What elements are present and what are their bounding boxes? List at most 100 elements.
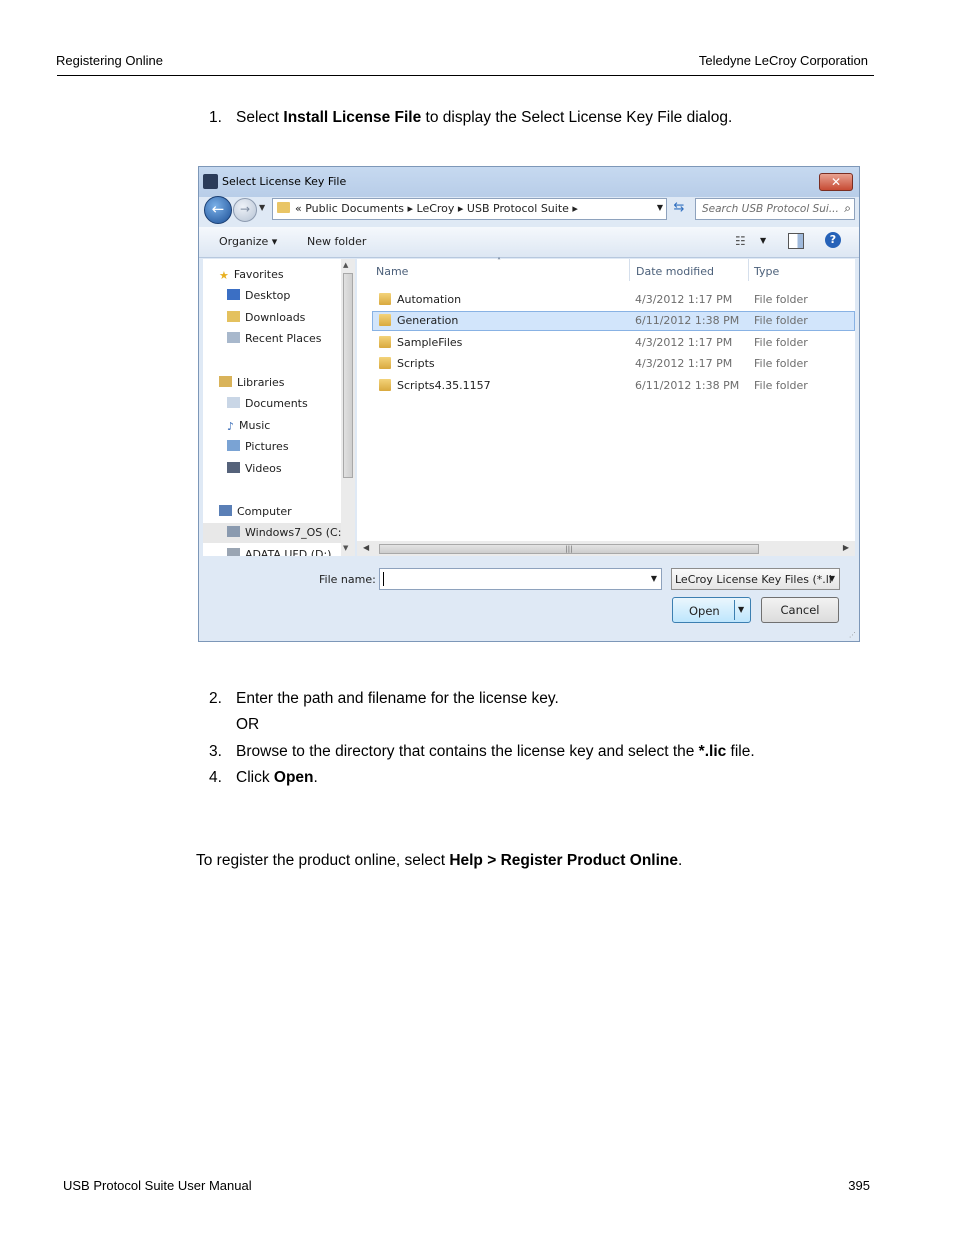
breadcrumb[interactable]: « Public Documents ▸ LeCroy ▸ USB Protoc…: [295, 202, 578, 215]
desktop-icon: [227, 289, 240, 300]
star-icon: ★: [219, 269, 229, 282]
row-date: 4/3/2012 1:17 PM: [635, 336, 733, 349]
chevron-down-icon[interactable]: ▼: [760, 236, 766, 245]
register-online-text: To register the product online, select H…: [196, 852, 683, 869]
help-icon[interactable]: ?: [825, 232, 841, 248]
nav-libraries[interactable]: Libraries: [219, 376, 285, 389]
step-4-text: Click Open.: [236, 769, 318, 786]
forward-arrow-icon[interactable]: →: [233, 198, 257, 222]
column-header-date[interactable]: Date modified: [636, 265, 714, 278]
open-button[interactable]: Open ▼: [672, 597, 751, 623]
close-button[interactable]: ✕: [819, 173, 853, 191]
select-license-key-file-dialog: Select License Key File ✕ ← → ▼ « Public…: [198, 166, 860, 642]
file-type-select[interactable]: LeCroy License Key Files (*.li ▼: [671, 568, 840, 590]
row-name: Scripts: [397, 357, 435, 370]
step-3-number: 3.: [209, 743, 222, 760]
nav-adata-drive[interactable]: ADATA UFD (D:): [227, 548, 331, 556]
scroll-up-icon[interactable]: ▲: [343, 261, 348, 269]
computer-icon: [219, 505, 232, 516]
step-1-number: 1.: [209, 109, 222, 126]
row-type: File folder: [754, 357, 808, 370]
row-type: File folder: [754, 314, 808, 327]
running-header-left: Registering Online: [56, 53, 163, 68]
new-folder-button[interactable]: New folder: [307, 235, 366, 248]
downloads-icon: [227, 311, 240, 322]
nav-windows7-drive[interactable]: Windows7_OS (C:: [227, 526, 341, 539]
step-2-text: Enter the path and filename for the lice…: [236, 690, 559, 707]
scroll-right-icon[interactable]: ▶: [843, 543, 849, 552]
scroll-thumb[interactable]: |||: [379, 544, 759, 554]
list-horizontal-scrollbar[interactable]: ◀ ||| ▶: [357, 541, 855, 556]
or-text: OR: [236, 716, 260, 733]
recent-places-icon: [227, 332, 240, 343]
back-arrow-icon[interactable]: ←: [204, 196, 232, 224]
folder-icon: [379, 314, 391, 326]
table-row[interactable]: Scripts 4/3/2012 1:17 PM File folder: [373, 354, 855, 374]
nav-recent-places[interactable]: Recent Places: [227, 332, 322, 345]
file-name-label: File name:: [319, 573, 376, 586]
navigation-pane: ★ Favorites Desktop Downloads Recent Plac…: [203, 259, 341, 556]
libraries-icon: [219, 376, 232, 387]
refresh-icon[interactable]: ⇆: [669, 198, 689, 218]
chevron-down-icon[interactable]: ▼: [829, 574, 835, 583]
row-name: Scripts4.35.1157: [397, 379, 491, 392]
table-row-selected[interactable]: Generation 6/11/2012 1:38 PM File folder: [372, 311, 855, 331]
table-row[interactable]: Automation 4/3/2012 1:17 PM File folder: [373, 290, 855, 310]
row-type: File folder: [754, 336, 808, 349]
pictures-icon: [227, 440, 240, 451]
nav-scrollbar[interactable]: ▲ ▼: [341, 259, 355, 556]
resize-grip-icon[interactable]: ⋰: [849, 631, 856, 639]
nav-favorites[interactable]: ★ Favorites: [219, 268, 284, 282]
row-name: SampleFiles: [397, 336, 463, 349]
nav-documents[interactable]: Documents: [227, 397, 308, 410]
drive-icon: [227, 526, 240, 537]
row-name: Automation: [397, 293, 462, 306]
scroll-down-icon[interactable]: ▼: [343, 544, 348, 552]
chevron-down-icon[interactable]: ▼: [657, 203, 663, 212]
command-toolbar: Organize ▾ New folder ☷ ▼ ?: [199, 227, 859, 258]
table-row[interactable]: SampleFiles 4/3/2012 1:17 PM File folder: [373, 333, 855, 353]
step-3-text: Browse to the directory that contains th…: [236, 743, 755, 760]
views-icon[interactable]: ☷: [735, 234, 746, 248]
scroll-left-icon[interactable]: ◀: [363, 543, 369, 552]
nav-pictures[interactable]: Pictures: [227, 440, 289, 453]
page-number: 395: [848, 1178, 870, 1193]
file-name-field[interactable]: ▼: [379, 568, 662, 590]
nav-downloads[interactable]: Downloads: [227, 311, 305, 324]
row-date: 6/11/2012 1:38 PM: [635, 379, 740, 392]
address-bar[interactable]: « Public Documents ▸ LeCroy ▸ USB Protoc…: [272, 198, 667, 220]
column-divider: [629, 259, 630, 281]
row-date: 4/3/2012 1:17 PM: [635, 357, 733, 370]
nav-music[interactable]: ♪ Music: [227, 419, 270, 433]
file-list: Name ˄ Date modified Type Automation 4/3…: [357, 257, 855, 556]
folder-icon: [379, 336, 391, 348]
organize-menu[interactable]: Organize ▾: [219, 235, 277, 248]
nav-videos[interactable]: Videos: [227, 462, 282, 475]
open-button-label: Open: [689, 604, 720, 618]
row-date: 6/11/2012 1:38 PM: [635, 314, 740, 327]
scroll-thumb[interactable]: [343, 273, 353, 478]
folder-icon: [379, 357, 391, 369]
search-input[interactable]: Search USB Protocol Sui... ⌕: [695, 198, 855, 220]
folder-icon: [277, 202, 290, 213]
column-header-type[interactable]: Type: [754, 265, 779, 278]
table-row[interactable]: Scripts4.35.1157 6/11/2012 1:38 PM File …: [373, 376, 855, 396]
file-type-value: LeCroy License Key Files (*.li: [675, 573, 832, 586]
running-footer-left: USB Protocol Suite User Manual: [63, 1178, 252, 1193]
chevron-down-icon[interactable]: ▼: [738, 605, 744, 614]
nav-computer[interactable]: Computer: [219, 505, 292, 518]
history-dropdown-icon[interactable]: ▼: [259, 203, 265, 212]
folder-icon: [379, 379, 391, 391]
search-icon[interactable]: ⌕: [844, 201, 851, 216]
nav-desktop[interactable]: Desktop: [227, 289, 290, 302]
sort-arrow-icon: ˄: [497, 257, 501, 266]
preview-pane-icon[interactable]: [788, 233, 804, 249]
usb-drive-icon: [227, 548, 240, 556]
chevron-down-icon[interactable]: ▼: [651, 574, 657, 583]
column-header-name[interactable]: Name: [376, 265, 408, 278]
cancel-button[interactable]: Cancel: [761, 597, 839, 623]
running-header-right: Teledyne LeCroy Corporation: [698, 53, 868, 68]
search-placeholder: Search USB Protocol Sui...: [702, 203, 839, 215]
documents-icon: [227, 397, 240, 408]
row-type: File folder: [754, 293, 808, 306]
